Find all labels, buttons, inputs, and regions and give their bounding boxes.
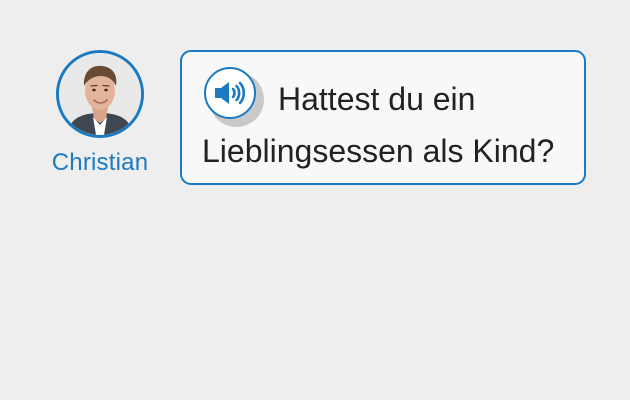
question-text: Hattest du ein Lieblingsessen als Kind? — [202, 81, 555, 169]
speech-bubble: Hattest du ein Lieblingsessen als Kind? — [180, 50, 586, 185]
speaker-name: Christian — [51, 149, 149, 176]
avatar — [56, 50, 144, 138]
speaker-panel: Christian — [48, 50, 152, 177]
person-photo-icon — [59, 53, 141, 135]
